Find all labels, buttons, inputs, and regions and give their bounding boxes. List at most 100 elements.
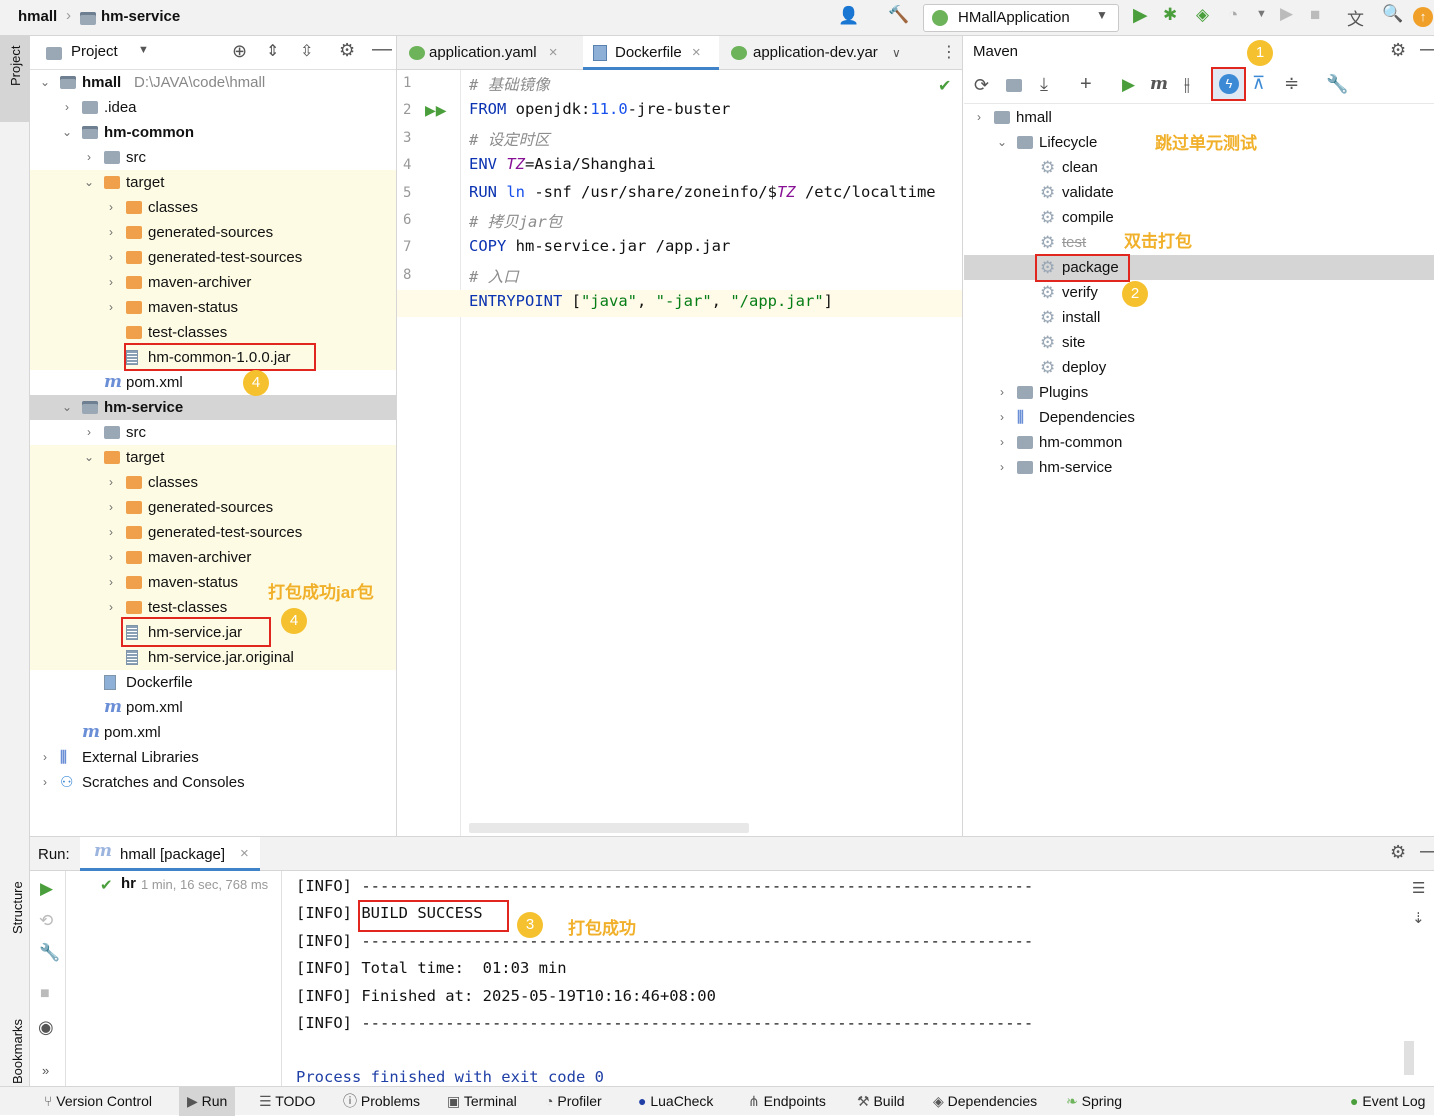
- breadcrumb-root[interactable]: hmall: [18, 8, 57, 25]
- chevron-right-icon[interactable]: ›: [104, 520, 118, 545]
- expand-all-icon[interactable]: ⇕: [266, 41, 279, 61]
- collapse-all-icon[interactable]: ⇳: [300, 41, 313, 61]
- tree-row[interactable]: m pom.xml: [30, 370, 396, 395]
- maven-tree-row[interactable]: › hm-service: [964, 455, 1434, 480]
- project-panel-title[interactable]: Project: [71, 43, 118, 60]
- attach-icon[interactable]: ▶: [1280, 4, 1293, 24]
- hide-panel-icon[interactable]: —: [1420, 38, 1434, 61]
- tab-dockerfile[interactable]: Dockerfile ×: [583, 36, 719, 70]
- chevron-right-icon[interactable]: ›: [104, 595, 118, 620]
- chevron-right-icon[interactable]: ›: [38, 745, 52, 770]
- tree-row[interactable]: › classes: [30, 195, 396, 220]
- tree-row[interactable]: › ⫼ External Libraries: [30, 745, 396, 770]
- build-hammer-icon[interactable]: 🔨: [888, 5, 909, 25]
- maven-tree-row[interactable]: ⚙ clean: [964, 155, 1434, 180]
- close-icon[interactable]: ×: [240, 845, 249, 862]
- tree-row[interactable]: ⌄ target: [30, 170, 396, 195]
- tab-application-dev[interactable]: application-dev.yar ∨: [721, 36, 933, 70]
- chevron-right-icon[interactable]: ›: [104, 495, 118, 520]
- tree-row[interactable]: › maven-archiver: [30, 270, 396, 295]
- more-run-chevron-icon[interactable]: ▼: [1256, 8, 1267, 20]
- close-icon[interactable]: ×: [549, 44, 558, 61]
- translate-icon[interactable]: 文: [1347, 5, 1364, 30]
- maven-tree-row[interactable]: ⚙ validate: [964, 180, 1434, 205]
- maven-tree-row[interactable]: ⚙ verify: [964, 280, 1434, 305]
- chevron-right-icon[interactable]: ›: [972, 105, 986, 130]
- code-line[interactable]: # 设定时区: [469, 128, 550, 150]
- chevron-down-icon[interactable]: ⌄: [82, 445, 96, 470]
- settings-gear-icon[interactable]: ⚙: [1390, 842, 1406, 863]
- maven-tree-row[interactable]: ⚙ site: [964, 330, 1434, 355]
- profile-icon[interactable]: ◔: [1228, 5, 1238, 25]
- chevron-right-icon[interactable]: ›: [104, 220, 118, 245]
- tree-row[interactable]: test-classes: [30, 320, 396, 345]
- tool-problems[interactable]: ⓘ Problems: [343, 1087, 420, 1116]
- tree-row[interactable]: › classes: [30, 470, 396, 495]
- chevron-right-icon[interactable]: ›: [104, 195, 118, 220]
- tree-row[interactable]: › maven-status: [30, 295, 396, 320]
- tab-application-yaml[interactable]: application.yaml ×: [397, 36, 581, 70]
- tree-row[interactable]: Dockerfile: [30, 670, 396, 695]
- chevron-down-icon[interactable]: ⌄: [60, 395, 74, 420]
- tree-row[interactable]: › src: [30, 420, 396, 445]
- tree-row[interactable]: hm-service.jar.original: [30, 645, 396, 670]
- chevron-right-icon[interactable]: ›: [104, 570, 118, 595]
- hide-panel-icon[interactable]: —: [372, 38, 392, 61]
- code-line[interactable]: # 入口: [469, 265, 519, 287]
- debug-icon[interactable]: ✱: [1163, 5, 1177, 25]
- tree-row[interactable]: m pom.xml: [30, 720, 396, 745]
- run-icon[interactable]: ▶: [1133, 4, 1148, 27]
- run-tree-item[interactable]: hr: [121, 875, 136, 892]
- run-gutter-icon[interactable]: ▶▶: [425, 102, 447, 119]
- chevron-right-icon[interactable]: ›: [82, 145, 96, 170]
- code-line[interactable]: FROM openjdk:11.0-jre-buster: [469, 100, 730, 118]
- chevron-right-icon[interactable]: ›: [995, 455, 1009, 480]
- collapse-icon[interactable]: ≑: [1284, 73, 1299, 94]
- chevron-down-icon[interactable]: ∨: [892, 46, 901, 60]
- wrench-icon[interactable]: 🔧: [39, 943, 60, 963]
- tree-row[interactable]: › .idea: [30, 95, 396, 120]
- chevron-right-icon[interactable]: ›: [38, 770, 52, 795]
- maven-tree-row[interactable]: › ⫼ Dependencies: [964, 405, 1434, 430]
- tool-endpoints[interactable]: ⋔ Endpoints: [748, 1087, 826, 1116]
- maven-tree-row[interactable]: › hm-common: [964, 430, 1434, 455]
- settings-gear-icon[interactable]: ⚙: [339, 40, 355, 61]
- code-line[interactable]: COPY hm-service.jar /app.jar: [469, 237, 730, 255]
- run-tab[interactable]: m hmall [package] ×: [80, 837, 260, 871]
- code-line[interactable]: # 基础镜像: [469, 73, 550, 95]
- maven-tree-row[interactable]: ⚙ deploy: [964, 355, 1434, 380]
- show-dependencies-icon[interactable]: ⊼: [1252, 73, 1265, 94]
- search-icon[interactable]: 🔍: [1382, 4, 1403, 24]
- chevron-right-icon[interactable]: ›: [104, 470, 118, 495]
- skip-tests-toggle[interactable]: ϟ: [1211, 67, 1246, 101]
- tool-profiler[interactable]: ◔ Profiler: [545, 1087, 602, 1116]
- chevron-right-icon[interactable]: ›: [104, 545, 118, 570]
- tree-row[interactable]: › generated-test-sources: [30, 245, 396, 270]
- tree-row[interactable]: › ⚇ Scratches and Consoles: [30, 770, 396, 795]
- tree-row[interactable]: m pom.xml: [30, 695, 396, 720]
- maven-tree-row[interactable]: › hmall: [964, 105, 1434, 130]
- execute-goal-icon[interactable]: m: [1150, 74, 1168, 94]
- tool-luacheck[interactable]: ● LuaCheck: [638, 1087, 713, 1116]
- tree-row[interactable]: ⌄ hm-service: [30, 395, 396, 420]
- settings-gear-icon[interactable]: ⚙: [1390, 40, 1406, 61]
- user-icon[interactable]: 👤: [838, 6, 859, 26]
- maven-tree-row[interactable]: ⚙ compile: [964, 205, 1434, 230]
- stop-icon[interactable]: ■: [40, 985, 50, 1003]
- tree-row[interactable]: › generated-test-sources: [30, 520, 396, 545]
- tree-row[interactable]: › generated-sources: [30, 495, 396, 520]
- code-line[interactable]: # 拷贝jar包: [469, 210, 562, 232]
- wrench-icon[interactable]: 🔧: [1326, 74, 1348, 95]
- maven-tree-row[interactable]: › Plugins: [964, 380, 1434, 405]
- code-area[interactable]: # 基础镜像 FROM openjdk:11.0-jre-buster # 设定时区…: [397, 70, 962, 836]
- scroll-end-icon[interactable]: ⇣: [1412, 909, 1425, 927]
- update-icon[interactable]: ↑: [1413, 7, 1433, 27]
- add-icon[interactable]: +: [1080, 73, 1092, 96]
- tree-row[interactable]: › src: [30, 145, 396, 170]
- maven-tree-row[interactable]: ⚙ install: [964, 305, 1434, 330]
- generate-sources-icon[interactable]: [1006, 77, 1022, 94]
- tool-spring[interactable]: ❧ Spring: [1066, 1087, 1122, 1116]
- more-options-icon[interactable]: ⋮: [941, 42, 957, 62]
- chevron-down-icon[interactable]: ⌄: [82, 170, 96, 195]
- locate-icon[interactable]: ⊕: [232, 41, 247, 62]
